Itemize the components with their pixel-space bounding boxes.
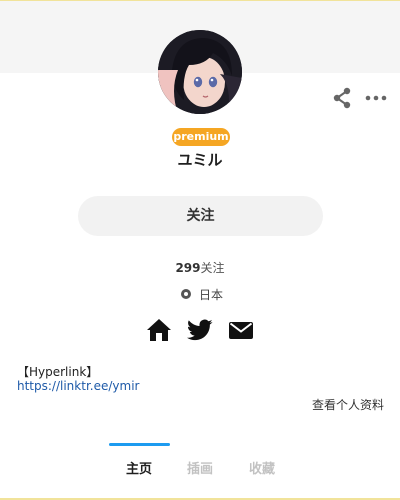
active-tab-indicator [109, 443, 170, 446]
followers-label: 关注 [200, 261, 225, 275]
view-profile-link[interactable]: 查看个人资料 [312, 396, 384, 413]
mail-icon[interactable] [228, 317, 254, 343]
twitter-icon[interactable] [187, 317, 213, 343]
premium-badge: premium [172, 128, 230, 146]
location-pin-icon [181, 289, 191, 299]
bio-link[interactable]: https://linktr.ee/ymir [17, 379, 139, 393]
tab-illustrations[interactable]: 插画 [170, 458, 230, 477]
follow-button[interactable]: 关注 [78, 196, 323, 236]
followers-number: 299 [175, 261, 201, 275]
username: ユミル [177, 151, 223, 169]
tab-home[interactable]: 主页 [109, 458, 169, 477]
avatar[interactable] [158, 30, 242, 114]
location-text: 日本 [199, 288, 224, 302]
tab-bookmarks[interactable]: 收藏 [232, 458, 292, 477]
followers-count[interactable]: 299关注 [0, 259, 400, 276]
bio-title: 【Hyperlink】 [17, 365, 99, 379]
share-icon[interactable] [330, 86, 354, 110]
home-icon[interactable] [146, 317, 172, 343]
more-icon[interactable] [363, 86, 389, 110]
